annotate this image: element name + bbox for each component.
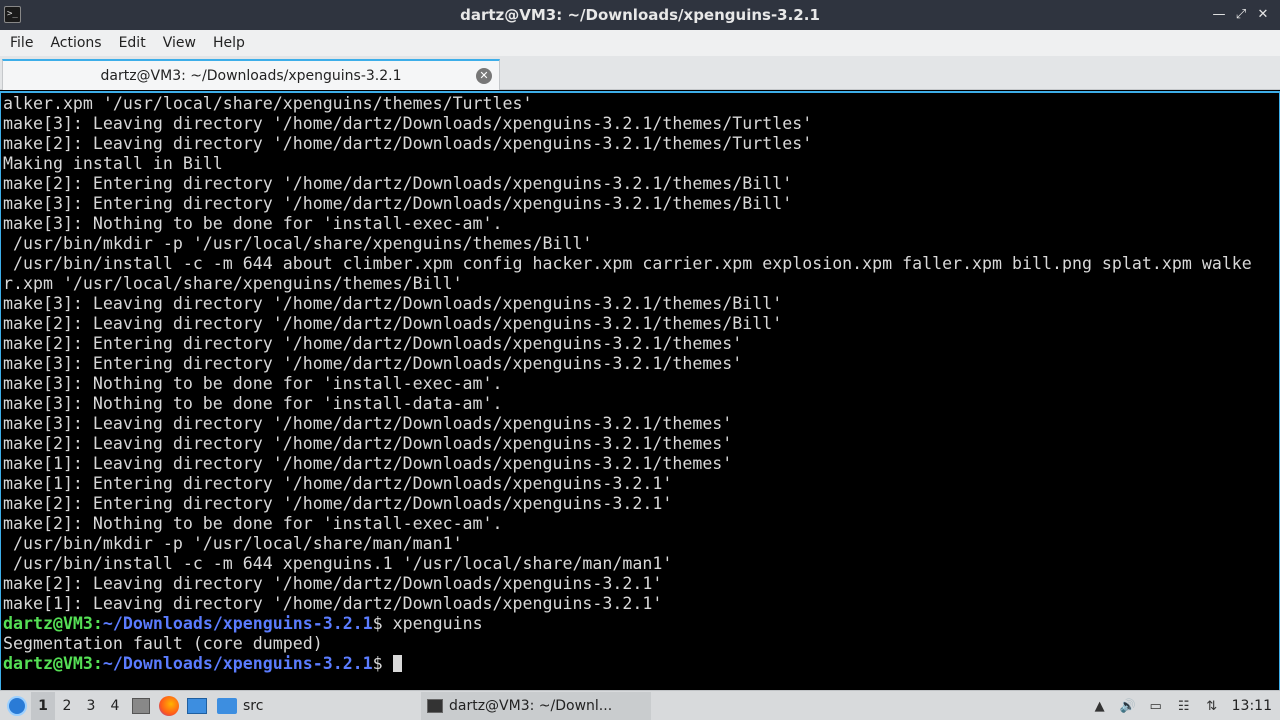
terminal-line: make[1]: Leaving directory '/home/dartz/… [3, 594, 663, 613]
clipboard-icon[interactable]: ☷ [1172, 694, 1196, 718]
clock[interactable]: 13:11 [1226, 698, 1280, 714]
terminal-output: alker.xpm '/usr/local/share/xpenguins/th… [1, 93, 1279, 674]
menu-view[interactable]: View [155, 30, 204, 56]
terminal-app-icon[interactable]: >_ [4, 6, 21, 23]
terminal-line: make[3]: Nothing to be done for 'install… [3, 374, 503, 393]
volume-icon[interactable]: 🔊 [1116, 694, 1140, 718]
display-icon[interactable]: ▭ [1144, 694, 1168, 718]
terminal-line: make[2]: Entering directory '/home/dartz… [3, 494, 673, 513]
terminal-line: make[2]: Leaving directory '/home/dartz/… [3, 314, 783, 333]
terminal-icon [427, 699, 443, 713]
menu-help[interactable]: Help [205, 30, 253, 56]
folder-src-label: src [243, 697, 264, 714]
terminal-line: alker.xpm '/usr/local/share/xpenguins/th… [3, 94, 533, 113]
tab-close-icon[interactable]: ✕ [476, 68, 492, 84]
text-cursor [392, 655, 402, 672]
menu-actions[interactable]: Actions [42, 30, 109, 56]
menu-edit[interactable]: Edit [111, 30, 154, 56]
maximize-button[interactable]: ⤢ [1232, 6, 1250, 24]
terminal-line: make[1]: Leaving directory '/home/dartz/… [3, 454, 733, 473]
prompt-path: ~/Downloads/xpenguins-3.2.1 [102, 654, 373, 673]
file-cabinet-icon [132, 697, 150, 714]
terminal-line: make[2]: Entering directory '/home/dartz… [3, 334, 743, 353]
start-menu-button[interactable] [3, 692, 31, 720]
prompt-user: dartz@VM3 [3, 654, 93, 673]
terminal-line: make[3]: Entering directory '/home/dartz… [3, 354, 743, 373]
workspace-1[interactable]: 1 [31, 691, 55, 720]
terminal-line: /usr/bin/mkdir -p '/usr/local/share/xpen… [3, 234, 593, 253]
terminal-line: make[2]: Leaving directory '/home/dartz/… [3, 434, 733, 453]
window-titlebar[interactable]: >_ dartz@VM3: ~/Downloads/xpenguins-3.2.… [0, 0, 1280, 30]
workspace-4[interactable]: 4 [103, 692, 127, 720]
taskbar: 1 2 3 4 src dartz@VM3: ~/Downl... ▲ 🔊 ▭ … [0, 690, 1280, 720]
prompt-path: ~/Downloads/xpenguins-3.2.1 [102, 614, 373, 633]
file-manager-launcher[interactable] [127, 692, 155, 720]
tray-arrow-icon[interactable]: ▲ [1088, 694, 1112, 718]
entered-command: xpenguins [392, 614, 483, 633]
prompt-separator: : [92, 614, 103, 633]
firefox-icon [159, 695, 179, 716]
terminal-line: make[3]: Nothing to be done for 'install… [3, 394, 503, 413]
prompt-user: dartz@VM3 [3, 614, 93, 633]
close-button[interactable]: ✕ [1254, 6, 1272, 24]
menu-file[interactable]: File [2, 30, 41, 56]
prompt-symbol: $ [372, 654, 393, 673]
folder-icon [217, 697, 237, 714]
terminal-line: make[3]: Entering directory '/home/dartz… [3, 194, 793, 213]
minimize-button[interactable]: — [1210, 6, 1228, 24]
command-output: Segmentation fault (core dumped) [3, 634, 323, 653]
active-prompt-line[interactable]: dartz@VM3:~/Downloads/xpenguins-3.2.1$ [3, 654, 1279, 674]
terminal-line: make[2]: Leaving directory '/home/dartz/… [3, 574, 663, 593]
network-icon[interactable]: ⇅ [1200, 694, 1224, 718]
prompt-symbol: $ [372, 614, 393, 633]
prompt-separator: : [92, 654, 103, 673]
terminal-line: /usr/bin/mkdir -p '/usr/local/share/man/… [3, 534, 463, 553]
terminal-line: make[3]: Nothing to be done for 'install… [3, 214, 503, 233]
terminal-view[interactable]: alker.xpm '/usr/local/share/xpenguins/th… [0, 91, 1280, 690]
terminal-line: make[1]: Entering directory '/home/dartz… [3, 474, 673, 493]
task-label: dartz@VM3: ~/Downl... [449, 698, 613, 714]
tab-bar: dartz@VM3: ~/Downloads/xpenguins-3.2.1 ✕ [0, 56, 1280, 90]
terminal-line: Making install in Bill [3, 154, 223, 173]
folder-src-button[interactable]: src [211, 692, 269, 720]
terminal-line: r.xpm '/usr/local/share/xpenguins/themes… [3, 274, 463, 293]
app-launcher-icon [7, 695, 27, 716]
terminal-line: make[3]: Leaving directory '/home/dartz/… [3, 114, 813, 133]
show-desktop-button[interactable] [183, 692, 211, 720]
desktop-icon [187, 697, 207, 714]
system-tray: ▲ 🔊 ▭ ☷ ⇅ 13:11 [1086, 691, 1280, 720]
workspace-2[interactable]: 2 [55, 692, 79, 720]
workspace-3[interactable]: 3 [79, 692, 103, 720]
terminal-line: /usr/bin/install -c -m 644 about climber… [3, 254, 1252, 273]
terminal-line: make[2]: Entering directory '/home/dartz… [3, 174, 793, 193]
taskbar-terminal-task[interactable]: dartz@VM3: ~/Downl... [421, 692, 651, 720]
terminal-tab[interactable]: dartz@VM3: ~/Downloads/xpenguins-3.2.1 ✕ [2, 59, 500, 90]
terminal-line: /usr/bin/install -c -m 644 xpenguins.1 '… [3, 554, 673, 573]
terminal-line: make[3]: Leaving directory '/home/dartz/… [3, 414, 733, 433]
window-title: dartz@VM3: ~/Downloads/xpenguins-3.2.1 [460, 6, 820, 24]
firefox-launcher[interactable] [155, 692, 183, 720]
terminal-line: make[2]: Leaving directory '/home/dartz/… [3, 134, 813, 153]
terminal-line: make[2]: Nothing to be done for 'install… [3, 514, 503, 533]
menu-bar: File Actions Edit View Help [0, 30, 1280, 56]
terminal-line: make[3]: Leaving directory '/home/dartz/… [3, 294, 783, 313]
tab-label: dartz@VM3: ~/Downloads/xpenguins-3.2.1 [100, 67, 402, 84]
prompt-line: dartz@VM3:~/Downloads/xpenguins-3.2.1$ x… [3, 614, 1279, 634]
